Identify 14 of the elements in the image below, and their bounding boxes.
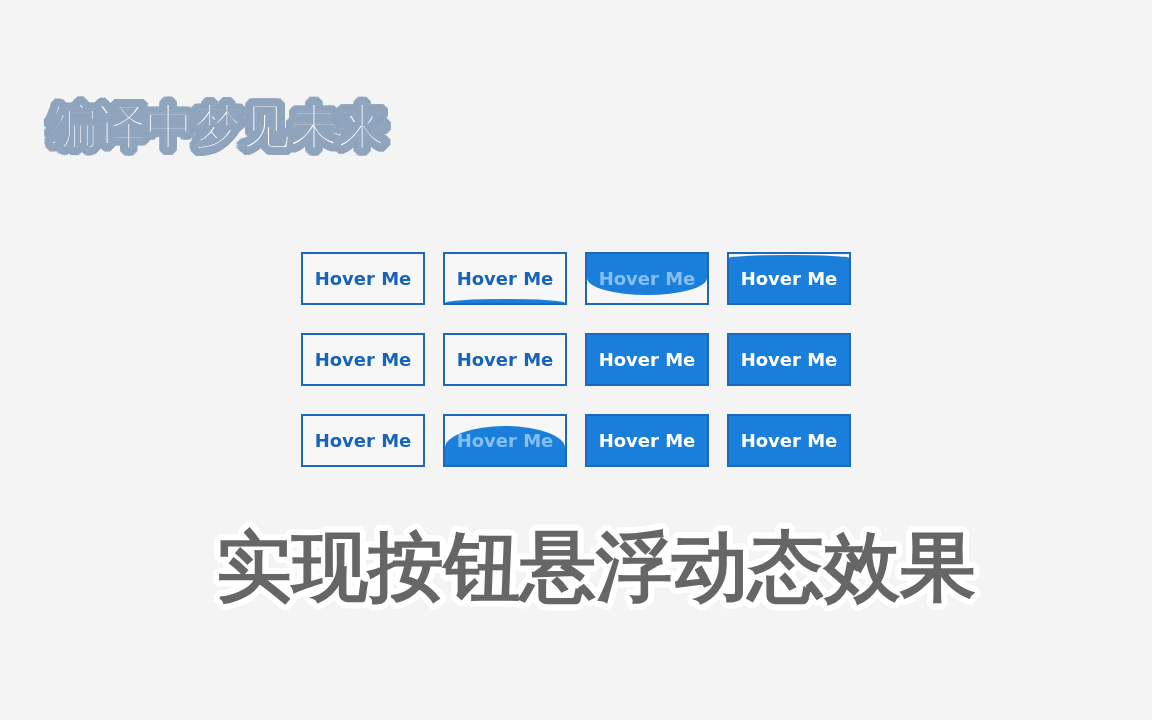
hover-button[interactable]: Hover Me bbox=[443, 251, 567, 305]
hover-button[interactable]: Hover Me bbox=[727, 251, 851, 305]
hover-button[interactable]: Hover Me bbox=[301, 251, 425, 305]
headline: 实现按钮悬浮动态效果 bbox=[215, 520, 977, 613]
hover-button[interactable]: Hover Me bbox=[585, 413, 709, 467]
hover-button[interactable]: Hover Me bbox=[585, 332, 709, 386]
channel-name: 编译中梦见未来 bbox=[48, 97, 387, 156]
hover-button[interactable]: Hover Me bbox=[301, 332, 425, 386]
hover-button[interactable]: Hover Me bbox=[301, 413, 425, 467]
hover-button[interactable]: Hover Me bbox=[727, 332, 851, 386]
hover-button[interactable]: Hover Me bbox=[585, 251, 709, 305]
hover-button[interactable]: Hover Me bbox=[443, 413, 567, 467]
hover-button[interactable]: Hover Me bbox=[727, 413, 851, 467]
hover-button[interactable]: Hover Me bbox=[443, 332, 567, 386]
